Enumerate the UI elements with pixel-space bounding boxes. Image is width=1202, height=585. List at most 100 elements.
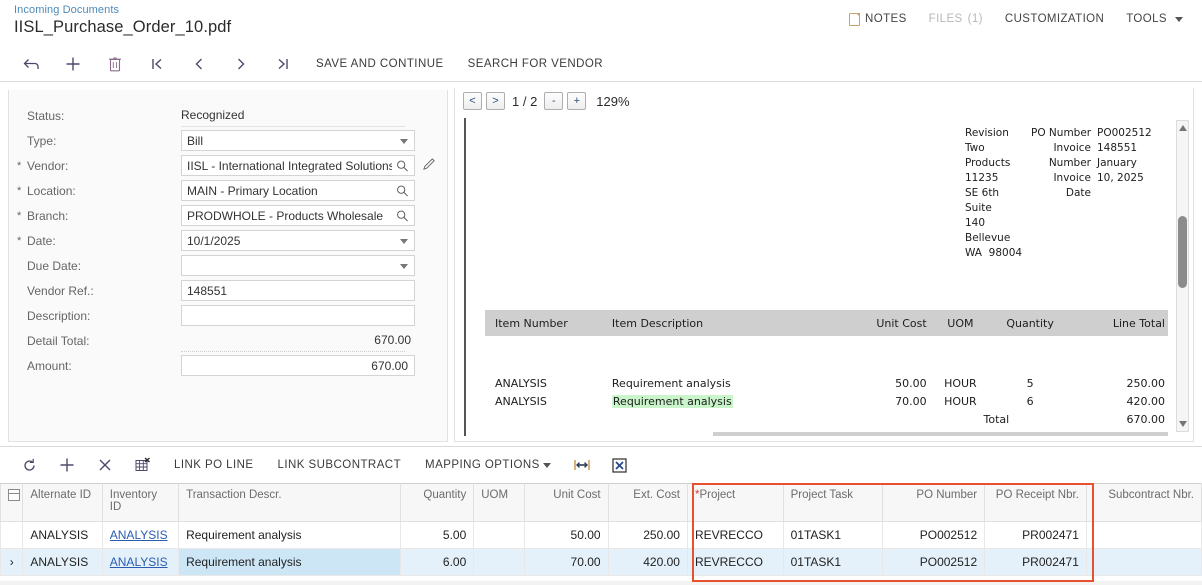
pdf-preview-panel: < > 1 / 2 - + 129% Revision Two Products… (454, 88, 1194, 442)
form-row-status: Status: Recognized (9, 104, 447, 129)
col-inventory-id[interactable]: Inventory ID (102, 484, 178, 522)
cell-subcontract-nbr[interactable] (1086, 522, 1201, 549)
cell-project[interactable]: REVRECCO (687, 549, 783, 576)
col-project-task[interactable]: Project Task (783, 484, 883, 522)
pdf-table-row: ANALYSIS Requirement analysis 70.00 HOUR… (485, 392, 1168, 410)
link-po-line-button[interactable]: LINK PO LINE (162, 450, 266, 480)
scroll-down-arrow-icon[interactable] (1179, 421, 1187, 427)
col-alternate-id[interactable]: Alternate ID (23, 484, 102, 522)
cell-unit-cost[interactable]: 70.00 (525, 549, 608, 576)
cell-inventory-id[interactable]: ANALYSIS (102, 549, 178, 576)
previous-record-icon[interactable] (178, 49, 220, 79)
location-input[interactable]: MAIN - Primary Location (181, 180, 415, 201)
chevron-down-icon (400, 264, 408, 269)
description-input[interactable] (181, 305, 415, 326)
breadcrumb[interactable]: Incoming Documents (14, 4, 119, 16)
cell-ext-cost[interactable]: 420.00 (608, 549, 687, 576)
pdf-prev-page-button[interactable]: < (463, 92, 482, 110)
next-record-icon[interactable] (220, 49, 262, 79)
search-icon[interactable] (396, 159, 409, 173)
add-row-icon[interactable] (48, 450, 86, 480)
search-icon[interactable] (396, 184, 409, 198)
refresh-icon[interactable] (10, 450, 48, 480)
date-input[interactable]: 10/1/2025 (181, 230, 415, 251)
date-label: Date: (27, 234, 56, 248)
form-row-vendor-ref: Vendor Ref.: 148551 (9, 279, 447, 304)
type-select[interactable]: Bill (181, 130, 415, 151)
cell-po-number[interactable]: PO002512 (883, 549, 985, 576)
cell-transaction-descr[interactable]: Requirement analysis (179, 549, 401, 576)
pdf-zoom-out-button[interactable]: - (544, 92, 563, 110)
cell-subcontract-nbr[interactable] (1086, 549, 1201, 576)
pdf-next-page-button[interactable]: > (486, 92, 505, 110)
fit-to-width-icon[interactable] (563, 450, 601, 480)
amount-input[interactable]: 670.00 (181, 355, 415, 376)
cell-alternate-id[interactable]: ANALYSIS (23, 522, 102, 549)
pdf-page-canvas[interactable]: Revision Two Products 11235 SE 6th Suite… (464, 118, 1168, 436)
col-project[interactable]: *Project (687, 484, 783, 522)
inventory-id-link[interactable]: ANALYSIS (110, 528, 168, 542)
cell-alternate-id[interactable]: ANALYSIS (23, 549, 102, 576)
vendor-input[interactable]: IISL - International Integrated Solution… (181, 155, 415, 176)
search-for-vendor-button[interactable]: SEARCH FOR VENDOR (456, 49, 615, 79)
cell-transaction-descr[interactable]: Requirement analysis (179, 522, 401, 549)
cell-po-number[interactable]: PO002512 (883, 522, 985, 549)
delete-trash-icon[interactable] (94, 49, 136, 79)
table-row[interactable]: ANALYSIS ANALYSIS Requirement analysis 5… (1, 522, 1202, 549)
save-and-continue-button[interactable]: SAVE AND CONTINUE (304, 49, 456, 79)
form-row-vendor: * Vendor: IISL - International Integrate… (9, 154, 447, 179)
col-transaction-descr[interactable]: Transaction Descr. (179, 484, 401, 522)
pdf-zoom-in-button[interactable]: + (567, 92, 586, 110)
due-date-input[interactable] (181, 255, 415, 276)
cancel-grid-icon[interactable] (124, 450, 162, 480)
col-subcontract-nbr[interactable]: Subcontract Nbr. (1086, 484, 1201, 522)
inventory-id-link[interactable]: ANALYSIS (110, 555, 168, 569)
column-config-icon[interactable] (8, 489, 20, 501)
files-button[interactable]: FILES (1) (918, 11, 994, 27)
scrollbar-thumb[interactable] (1178, 216, 1187, 288)
col-unit-cost[interactable]: Unit Cost (525, 484, 608, 522)
cell-po-receipt-nbr[interactable]: PR002471 (985, 549, 1087, 576)
back-arrow-icon[interactable] (10, 49, 52, 79)
cell-uom[interactable] (474, 522, 525, 549)
tools-button[interactable]: TOOLS (1115, 11, 1194, 27)
cell-quantity[interactable]: 5.00 (400, 522, 473, 549)
edit-pencil-icon[interactable] (422, 157, 437, 172)
cell-uom[interactable] (474, 549, 525, 576)
col-quantity[interactable]: Quantity (400, 484, 473, 522)
last-record-icon[interactable] (262, 49, 304, 79)
mapping-options-button[interactable]: MAPPING OPTIONS (413, 450, 563, 480)
row-indicator[interactable] (1, 522, 23, 549)
required-marker: * (17, 160, 21, 172)
vendor-ref-input[interactable]: 148551 (181, 280, 415, 301)
add-icon[interactable] (52, 49, 94, 79)
col-ext-cost[interactable]: Ext. Cost (608, 484, 687, 522)
col-po-receipt-nbr[interactable]: PO Receipt Nbr. (985, 484, 1087, 522)
branch-input[interactable]: PRODWHOLE - Products Wholesale (181, 205, 415, 226)
customization-button[interactable]: CUSTOMIZATION (994, 11, 1115, 27)
cell-project[interactable]: REVRECCO (687, 522, 783, 549)
cell-inventory-id[interactable]: ANALYSIS (102, 522, 178, 549)
cell-quantity[interactable]: 6.00 (400, 549, 473, 576)
search-icon[interactable] (396, 209, 409, 223)
scroll-up-arrow-icon[interactable] (1179, 125, 1187, 131)
pdf-cell-cost: 50.00 (832, 377, 926, 390)
link-subcontract-button[interactable]: LINK SUBCONTRACT (266, 450, 414, 480)
pdf-cell-desc: Requirement analysis (612, 377, 783, 390)
cell-unit-cost[interactable]: 50.00 (525, 522, 608, 549)
delete-row-icon[interactable] (86, 450, 124, 480)
notes-button[interactable]: NOTES (838, 11, 918, 28)
cell-po-receipt-nbr[interactable]: PR002471 (985, 522, 1087, 549)
first-record-icon[interactable] (136, 49, 178, 79)
export-to-excel-icon[interactable] (601, 450, 639, 480)
cell-ext-cost[interactable]: 250.00 (608, 522, 687, 549)
table-row[interactable]: › ANALYSIS ANALYSIS Requirement analysis… (1, 549, 1202, 576)
pdf-vertical-scrollbar[interactable] (1176, 120, 1189, 432)
col-uom[interactable]: UOM (474, 484, 525, 522)
cell-project-task[interactable]: 01TASK1 (783, 549, 883, 576)
cell-project-task[interactable]: 01TASK1 (783, 522, 883, 549)
column-selector-header[interactable] (1, 484, 23, 522)
pdf-total-label: Total (927, 413, 1066, 426)
col-po-number[interactable]: PO Number (883, 484, 985, 522)
row-indicator[interactable]: › (1, 549, 23, 576)
